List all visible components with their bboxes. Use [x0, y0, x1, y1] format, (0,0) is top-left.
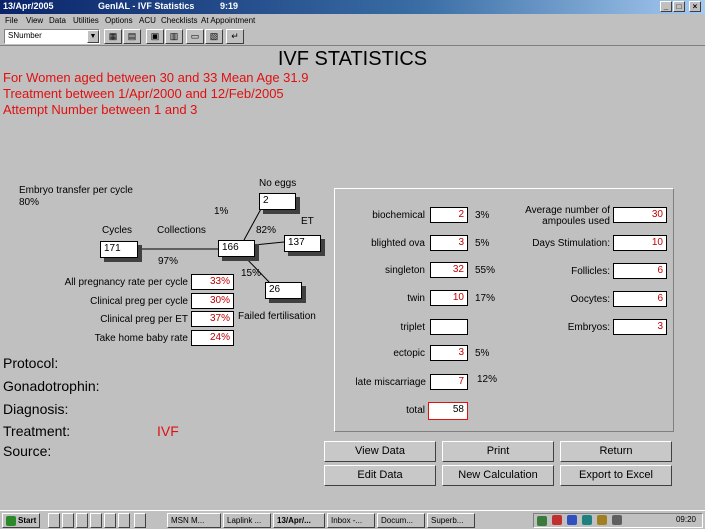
return-button[interactable]: Return — [560, 441, 672, 462]
rate-label-clinical-et: Clinical preg per ET — [100, 314, 188, 325]
desktop-icon[interactable] — [48, 513, 60, 528]
outcomes-panel — [334, 188, 674, 432]
collections-value: 166 — [218, 240, 255, 257]
outcome-label-late-miscarriage: late miscarriage — [355, 377, 426, 388]
collections-label: Collections — [157, 225, 206, 236]
outcome-pct-twin: 17% — [475, 293, 496, 304]
outcome-label-ectopic: ectopic — [393, 348, 425, 359]
task-laplink[interactable]: Laplink ... — [223, 513, 271, 528]
outcome-biochemical: 2 — [430, 207, 468, 223]
task-superb[interactable]: Superb... — [427, 513, 475, 528]
oocytes-value: 6 — [613, 291, 667, 307]
settings-icon[interactable] — [118, 513, 130, 528]
embryo-transfer-pct: 80% — [19, 197, 40, 208]
treatment-label: Treatment: — [3, 423, 71, 439]
print-button[interactable]: Print — [442, 441, 554, 462]
system-tray: 09:20 — [533, 513, 703, 528]
days-stimulation-label: Days Stimulation: — [532, 238, 610, 249]
outcome-pct-ectopic: 5% — [475, 348, 490, 359]
outcome-late-miscarriage: 7 — [430, 374, 468, 390]
outcome-pct-biochemical: 3% — [475, 210, 490, 221]
follicles-label: Follicles: — [571, 266, 610, 277]
firefox-icon[interactable] — [134, 513, 146, 528]
outcome-pct-singleton: 55% — [475, 265, 496, 276]
failed-pct: 15% — [241, 268, 262, 279]
treatment-value: IVF — [157, 423, 179, 439]
failed-value: 26 — [265, 282, 302, 299]
cycles-value: 171 — [100, 241, 138, 258]
no-eggs-pct: 1% — [214, 206, 229, 217]
outcome-label-singleton: singleton — [384, 265, 425, 276]
embryos-label: Embryos: — [567, 322, 610, 333]
start-label: Start — [18, 516, 37, 525]
taskbar: Start MSN M... Laplink ... 13/Apr/... In… — [0, 510, 705, 529]
embryos-value: 3 — [613, 319, 667, 335]
oocytes-label: Oocytes: — [570, 294, 610, 305]
browser-icon[interactable] — [62, 513, 74, 528]
rate-all-pregnancy: 33% — [191, 274, 234, 290]
outcome-ectopic: 3 — [430, 345, 468, 361]
view-data-button[interactable]: View Data — [324, 441, 436, 462]
outcome-total: 58 — [428, 402, 468, 420]
tray-icon-1[interactable] — [537, 516, 547, 527]
outcome-triplet — [430, 319, 468, 335]
no-eggs-label: No eggs — [259, 178, 297, 189]
outlook-icon[interactable] — [76, 513, 88, 528]
collections-pct: 97% — [158, 256, 179, 267]
export-excel-button[interactable]: Export to Excel — [560, 465, 672, 486]
et-pct: 82% — [256, 225, 277, 236]
explorer-icon[interactable] — [104, 513, 116, 528]
outcome-blighted: 3 — [430, 235, 468, 251]
outcome-label-biochemical: biochemical — [372, 210, 425, 221]
outcome-pct-late-miscarriage: 12% — [477, 374, 498, 385]
outcome-singleton: 32 — [430, 262, 468, 278]
new-calculation-button[interactable]: New Calculation — [442, 465, 554, 486]
rate-label-clinical-cycle: Clinical preg per cycle — [90, 296, 188, 307]
ampoules-label-1: Average number of — [525, 205, 610, 216]
edit-data-button[interactable]: Edit Data — [324, 465, 436, 486]
task-documents[interactable]: Docum... — [377, 513, 425, 528]
follicles-value: 6 — [613, 263, 667, 279]
task-msn[interactable]: MSN M... — [167, 513, 221, 528]
diagnosis-label: Diagnosis: — [3, 401, 69, 417]
et-value: 137 — [284, 235, 321, 252]
task-inbox[interactable]: Inbox -... — [327, 513, 375, 528]
et-label: ET — [301, 216, 314, 227]
ampoules-label-2: ampoules used — [542, 216, 610, 227]
rate-label-all-pregnancy: All pregnancy rate per cycle — [64, 277, 188, 288]
outcome-label-blighted: blighted ova — [371, 238, 425, 249]
ampoules-value: 30 — [613, 207, 667, 223]
outcome-label-total: total — [406, 405, 425, 416]
rate-label-take-home: Take home baby rate — [94, 333, 188, 344]
days-stimulation-value: 10 — [613, 235, 667, 251]
taskbar-clock: 09:20 — [675, 515, 696, 524]
rate-clinical-et: 37% — [191, 311, 234, 327]
failed-label: Failed fertilisation — [238, 311, 316, 322]
outcome-label-triplet: triplet — [400, 322, 425, 333]
tray-icon-3[interactable] — [567, 515, 578, 526]
embryo-transfer-label: Embryo transfer per cycle — [19, 185, 133, 196]
start-button[interactable]: Start — [2, 513, 40, 528]
source-label: Source: — [3, 443, 52, 459]
outcome-twin: 10 — [430, 290, 468, 306]
tray-icon-5[interactable] — [597, 515, 608, 526]
speaker-icon[interactable] — [612, 515, 623, 526]
task-ivf-statistics[interactable]: 13/Apr/... — [273, 513, 325, 528]
gonadotrophin-label: Gonadotrophin: — [3, 378, 100, 394]
media-icon[interactable] — [90, 513, 102, 528]
windows-logo-icon — [6, 515, 16, 526]
no-eggs-value: 2 — [259, 193, 296, 210]
outcome-pct-blighted: 5% — [475, 238, 490, 249]
tray-icon-2[interactable] — [552, 515, 563, 526]
protocol-label: Protocol: — [3, 355, 59, 371]
cycles-label: Cycles — [102, 225, 133, 236]
rate-clinical-cycle: 30% — [191, 293, 234, 309]
rate-take-home: 24% — [191, 330, 234, 346]
outcome-label-twin: twin — [407, 293, 425, 304]
tray-icon-4[interactable] — [582, 515, 593, 526]
